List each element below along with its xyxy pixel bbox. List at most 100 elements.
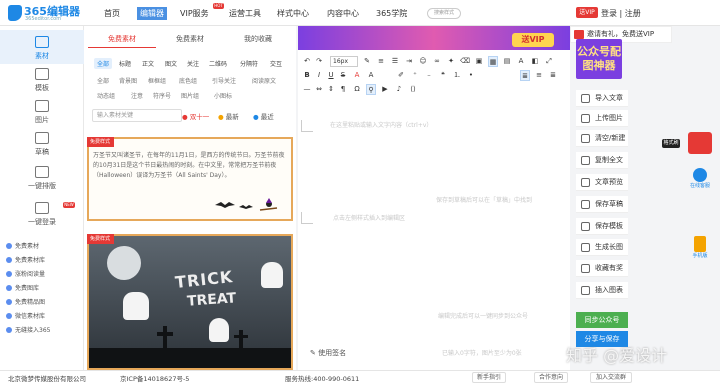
category-image-text[interactable]: 图文: [165, 59, 177, 68]
mobile-version-float[interactable]: 手机版: [688, 236, 712, 259]
font-size-select[interactable]: 16px: [330, 56, 358, 67]
highlight-icon[interactable]: A: [366, 70, 376, 81]
nav-academy[interactable]: 365学院: [376, 8, 407, 19]
category-all[interactable]: 全部: [94, 58, 113, 69]
category-title[interactable]: 标题: [119, 59, 131, 68]
nav-editor[interactable]: 编辑器: [137, 7, 167, 20]
sidebar-item-layout[interactable]: 一键排版: [0, 166, 84, 191]
link-free-images[interactable]: 免费精品图: [6, 297, 45, 306]
tab-free-material[interactable]: 免费素材: [88, 30, 156, 48]
filter-latest[interactable]: ● 最新: [218, 111, 239, 121]
nav-home[interactable]: 首页: [104, 8, 120, 19]
subcategory-guide-follow[interactable]: 引导关注: [212, 76, 236, 85]
link-free-material[interactable]: 免费素材: [6, 241, 39, 250]
superscript-icon[interactable]: ⁺: [410, 70, 420, 81]
quote-icon[interactable]: ❝: [438, 70, 448, 81]
sidebar-item-template[interactable]: 模板: [0, 68, 84, 93]
indent-icon[interactable]: ⇥: [404, 56, 414, 67]
subcategory-small-icon[interactable]: 小图标: [214, 91, 232, 100]
link-free-library[interactable]: 免费素材库: [6, 255, 45, 264]
tab-free-material-2[interactable]: 免费素材: [156, 30, 224, 48]
color-icon[interactable]: A: [516, 56, 526, 67]
save-draft-button[interactable]: 保存草稿: [576, 196, 628, 213]
subcategory-notice[interactable]: 注意: [131, 91, 143, 100]
underline-icon[interactable]: U: [326, 70, 336, 81]
clear-new-button[interactable]: 清空/新建: [576, 130, 628, 147]
undo-icon[interactable]: ↶: [302, 56, 312, 67]
favorite-reward-button[interactable]: 收藏有奖: [576, 260, 628, 277]
video-icon[interactable]: ▶: [380, 84, 390, 95]
use-signature-option[interactable]: ✎ 使用签名: [310, 348, 346, 358]
import-article-button[interactable]: 导入文章: [576, 90, 628, 107]
newbie-guide-button[interactable]: 新手指引: [472, 372, 506, 383]
letter-spacing-icon[interactable]: ⇔: [314, 84, 324, 95]
filter-double11[interactable]: ● 双十一: [182, 111, 209, 121]
sidebar-item-material[interactable]: 素材: [0, 30, 84, 64]
footer-icp[interactable]: 京ICP备14018627号-5: [120, 373, 189, 383]
list-icon[interactable]: ☰: [390, 56, 400, 67]
join-group-button[interactable]: 加入交流群: [590, 372, 632, 383]
subcategory-background[interactable]: 背景图: [119, 76, 137, 85]
link-icon[interactable]: ∞: [432, 56, 442, 67]
grid-icon[interactable]: ▦: [488, 56, 498, 67]
clear-format-icon[interactable]: ⌫: [460, 56, 470, 67]
cooperation-button[interactable]: 合作意向: [534, 372, 568, 383]
online-service-float[interactable]: 在线客服: [688, 168, 712, 189]
italic-icon[interactable]: I: [314, 70, 324, 81]
send-vip-button[interactable]: 送VIP: [512, 33, 554, 47]
promo-float[interactable]: [688, 132, 712, 154]
link-fans[interactable]: 涨粉阅读量: [6, 269, 45, 278]
background-color-icon[interactable]: ◧: [530, 56, 540, 67]
format-brush-icon[interactable]: ⚲: [366, 84, 376, 95]
category-divider[interactable]: 分隔符: [240, 59, 258, 68]
line-height-icon[interactable]: ≡: [376, 56, 386, 67]
tab-favorites[interactable]: 我的收藏: [224, 30, 292, 48]
bullet-list-icon[interactable]: •: [466, 70, 476, 81]
sidebar-item-login[interactable]: NEW 一键登录: [0, 202, 84, 227]
margin-icon[interactable]: ⇕: [326, 84, 336, 95]
subcategory-read-more[interactable]: 阅读原文: [252, 76, 276, 85]
subcategory-numbering[interactable]: 符序号: [153, 91, 171, 100]
logo[interactable]: 365编辑器 365editor.com: [8, 3, 88, 23]
link-integrate[interactable]: 无缝接入365: [6, 325, 50, 334]
align-right-icon[interactable]: ≣: [548, 70, 558, 81]
sidebar-item-image[interactable]: 图片: [0, 100, 84, 125]
font-family-icon[interactable]: ✎: [362, 56, 372, 67]
sidebar-item-draft[interactable]: 草稿: [0, 132, 84, 157]
source-code-icon[interactable]: ⟨⟩: [408, 84, 418, 95]
category-follow[interactable]: 关注: [187, 59, 199, 68]
subcategory-dynamic[interactable]: 动态组: [97, 91, 115, 100]
font-color-icon[interactable]: A: [352, 70, 362, 81]
copy-all-button[interactable]: 复制全文: [576, 152, 628, 169]
category-body[interactable]: 正文: [142, 59, 154, 68]
fullscreen-icon[interactable]: ⤢: [544, 56, 554, 67]
paragraph-icon[interactable]: ¶: [338, 84, 348, 95]
cover-image-ad[interactable]: 公众号配图神器: [576, 39, 622, 79]
emoji-icon[interactable]: ☺: [418, 56, 428, 67]
subcategory-color[interactable]: 底色组: [179, 76, 197, 85]
insert-chart-button[interactable]: 插入图表: [576, 282, 628, 299]
special-char-icon[interactable]: Ω: [352, 84, 362, 95]
category-interactive[interactable]: 交互: [270, 59, 282, 68]
save-template-button[interactable]: 保存模板: [576, 218, 628, 235]
align-left-icon[interactable]: ≣: [520, 70, 530, 81]
subcategory-all[interactable]: 全部: [97, 76, 109, 85]
send-vip-badge[interactable]: 送VIP: [576, 7, 598, 18]
ordered-list-icon[interactable]: ⒈: [452, 70, 462, 81]
format-icon[interactable]: ✦: [446, 56, 456, 67]
filter-recent[interactable]: ● 最近: [253, 111, 274, 121]
upload-image-button[interactable]: 上传图片: [576, 110, 628, 127]
preview-button[interactable]: 文章预览: [576, 174, 628, 191]
nav-content[interactable]: 内容中心: [327, 8, 359, 19]
strikethrough-icon[interactable]: S: [338, 70, 348, 81]
subcategory-image-group[interactable]: 图片组: [181, 91, 199, 100]
redo-icon[interactable]: ↷: [314, 56, 324, 67]
link-wechat-library[interactable]: 微信素材库: [6, 311, 45, 320]
nav-tools[interactable]: 运营工具: [229, 8, 261, 19]
material-card-halloween-text[interactable]: 免费样式 万圣节又叫诸圣节，在每年的11月1日，是西方的传统节日。万圣节前夜的1…: [87, 137, 293, 221]
material-card-halloween-image[interactable]: 免费样式 TRICK TREAT: [87, 234, 293, 370]
subscript-icon[interactable]: ₋: [424, 70, 434, 81]
format-painter-icon[interactable]: ✐: [396, 70, 406, 81]
bold-icon[interactable]: B: [302, 70, 312, 81]
audio-icon[interactable]: ♪: [394, 84, 404, 95]
